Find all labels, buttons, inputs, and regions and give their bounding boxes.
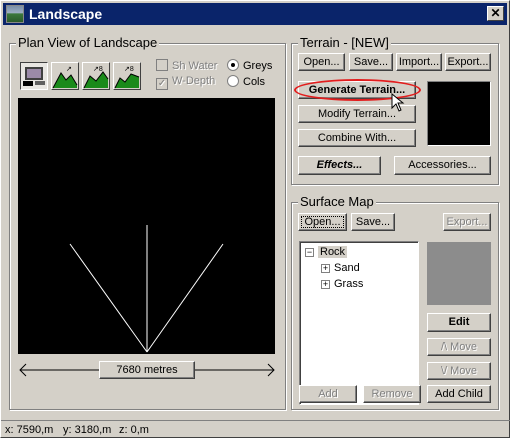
add-button[interactable]: Add: [299, 385, 357, 403]
radio-dot: [227, 75, 239, 87]
accessories-button[interactable]: Accessories...: [394, 156, 491, 175]
surface-tree[interactable]: − Rock + Sand + Grass: [299, 241, 419, 405]
tree-node-grass[interactable]: + Grass: [321, 278, 363, 290]
plan-view-title: Plan View of Landscape: [16, 35, 160, 50]
w-depth-label: W-Depth: [172, 75, 216, 87]
status-x: x: 7590,m: [5, 424, 54, 436]
monitor-icon: [23, 67, 45, 86]
terrain-view-2-icon[interactable]: ↗8: [82, 62, 110, 90]
tree-node-rock[interactable]: − Rock: [305, 246, 348, 258]
surface-preview: [427, 242, 491, 305]
status-bar: x: 7590,m y: 3180,m z: 0,m: [1, 420, 510, 438]
status-y: y: 3180,m: [63, 424, 112, 436]
w-depth-checkbox[interactable]: ✓ W-Depth: [156, 75, 215, 90]
status-z: z: 0,m: [119, 424, 149, 436]
plan-view-canvas[interactable]: [18, 98, 275, 354]
cols-label: Cols: [243, 76, 266, 88]
tree-node-sand[interactable]: + Sand: [321, 262, 360, 274]
title-bar[interactable]: Landscape ✕: [3, 3, 507, 25]
tree-label-rock: Rock: [318, 246, 348, 258]
terrain-import-button[interactable]: Import...: [396, 53, 442, 71]
radio-dot: [227, 59, 239, 71]
greys-radio[interactable]: Greys: [227, 59, 272, 72]
terrain-open-button[interactable]: Open...: [298, 53, 345, 71]
cols-radio[interactable]: Cols: [227, 75, 265, 88]
terrain-export-button[interactable]: Export...: [445, 53, 491, 71]
tree-label-sand: Sand: [334, 262, 360, 274]
terrain-save-button[interactable]: Save...: [349, 53, 393, 71]
terrain-view-1-icon[interactable]: ↗: [51, 62, 79, 90]
sh-water-checkbox[interactable]: Sh Water: [156, 59, 217, 72]
close-button[interactable]: ✕: [487, 6, 504, 21]
mouse-cursor-icon: [391, 93, 405, 112]
mountain-icon: ↗: [52, 66, 78, 89]
view-cone: [69, 225, 224, 353]
sh-water-label: Sh Water: [172, 60, 218, 72]
effects-button[interactable]: Effects...: [298, 156, 381, 175]
landscape-window: Landscape ✕ Plan View of Landscape ↗ ↗8: [0, 0, 510, 438]
plan-view-mode-icon[interactable]: [20, 62, 48, 90]
greys-label: Greys: [243, 60, 273, 72]
move-down-button[interactable]: \/ Move: [427, 362, 491, 380]
tree-label-grass: Grass: [334, 278, 364, 290]
remove-button[interactable]: Remove: [363, 385, 421, 403]
combine-with-button[interactable]: Combine With...: [298, 129, 416, 147]
view-cone-right-line: [146, 243, 224, 353]
window-title: Landscape: [29, 6, 103, 22]
mountain-icon: ↗8: [83, 66, 109, 89]
view-cone-left-line: [69, 243, 148, 353]
collapse-icon[interactable]: −: [305, 248, 314, 257]
terrain-view-3-icon[interactable]: ↗8: [113, 62, 141, 90]
mountain-icon: ↗8: [114, 66, 140, 89]
svg-text:↗: ↗: [66, 66, 72, 73]
terrain-preview: [427, 81, 491, 146]
add-child-button[interactable]: Add Child: [427, 385, 491, 403]
terrain-title: Terrain - [NEW]: [298, 35, 391, 50]
surface-export-button[interactable]: Export...: [443, 213, 491, 231]
expand-icon[interactable]: +: [321, 264, 330, 273]
scale-label: 7680 metres: [99, 361, 195, 379]
svg-text:↗8: ↗8: [124, 66, 134, 73]
checkbox-box: [156, 59, 168, 71]
surface-save-button[interactable]: Save...: [351, 213, 395, 231]
surface-map-title: Surface Map: [298, 194, 376, 209]
edit-button[interactable]: Edit: [427, 313, 491, 332]
landscape-app-icon: [6, 5, 24, 23]
checkbox-box: ✓: [156, 78, 168, 90]
expand-icon[interactable]: +: [321, 280, 330, 289]
surface-open-button[interactable]: Open...: [298, 213, 347, 231]
svg-text:↗8: ↗8: [93, 66, 103, 73]
move-up-button[interactable]: /\ Move: [427, 338, 491, 356]
